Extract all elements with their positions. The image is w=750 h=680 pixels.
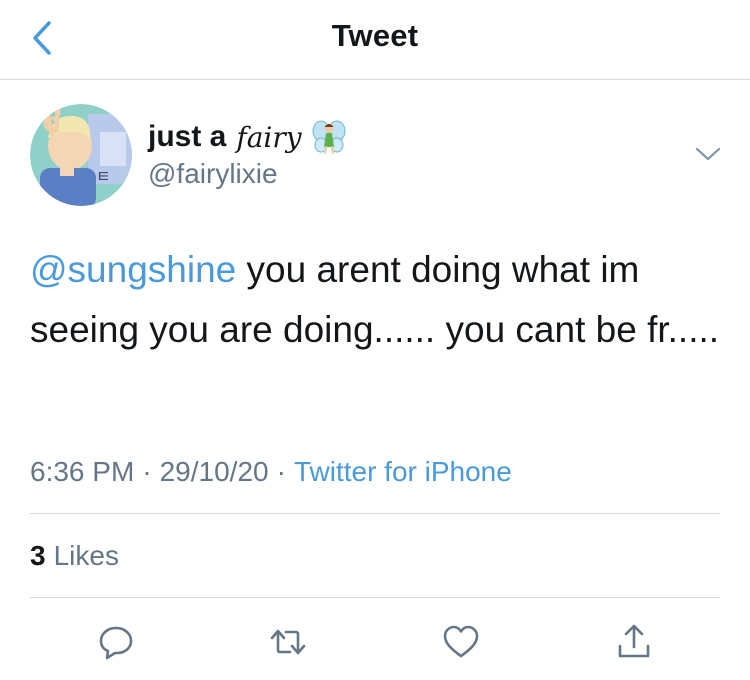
- fairy-icon: [312, 119, 346, 155]
- tweet-detail-screen: Tweet ㅌ just a fairy @fairylixie @sungsh…: [0, 0, 750, 680]
- author-name-fancy: fairy: [236, 120, 302, 154]
- share-icon: [618, 624, 650, 658]
- divider: [30, 513, 720, 514]
- tweet-time: 6:36 PM: [30, 456, 135, 487]
- top-bar: Tweet: [0, 0, 750, 80]
- tweet-source-link[interactable]: Twitter for iPhone: [294, 456, 512, 488]
- likes-stat[interactable]: 3 Likes: [30, 536, 119, 576]
- share-button[interactable]: [612, 620, 656, 664]
- retweet-icon: [270, 629, 306, 655]
- divider: [30, 597, 720, 598]
- tweet-meta: 6:36 PM · 29/10/20 · Twitter for iPhone: [30, 452, 512, 492]
- retweet-button[interactable]: [266, 620, 310, 664]
- author-handle[interactable]: @fairylixie: [148, 158, 278, 190]
- like-button[interactable]: [439, 620, 483, 664]
- chevron-down-icon: [695, 147, 721, 161]
- more-options-button[interactable]: [694, 142, 722, 166]
- mention-link[interactable]: @sungshine: [30, 249, 236, 290]
- meta-separator: ·: [142, 456, 152, 487]
- likes-count: 3: [30, 540, 46, 571]
- author-name-text: just a: [148, 120, 227, 153]
- reply-button[interactable]: [94, 620, 138, 664]
- author-name[interactable]: just a fairy: [148, 118, 346, 156]
- avatar[interactable]: ㅌ: [30, 104, 132, 206]
- tweet-date: 29/10/20: [159, 456, 269, 487]
- meta-separator: ·: [276, 456, 286, 487]
- tweet-text: @sungshine you arent doing what im seein…: [30, 240, 720, 360]
- likes-label: Likes: [53, 540, 119, 571]
- page-title: Tweet: [331, 18, 419, 53]
- like-icon: [443, 625, 479, 658]
- svg-text:ㅌ: ㅌ: [96, 167, 111, 186]
- reply-icon: [99, 626, 133, 660]
